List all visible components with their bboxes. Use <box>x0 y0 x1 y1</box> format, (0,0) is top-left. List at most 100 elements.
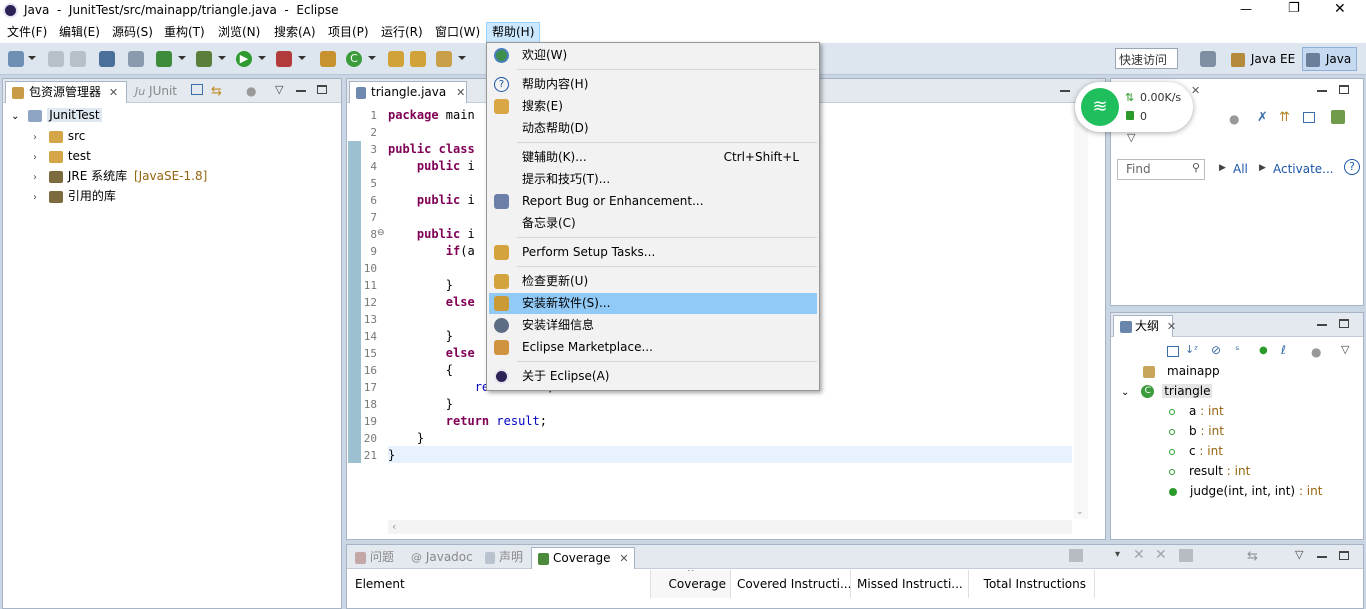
tree-row-project[interactable]: ⌄ JunitTest <box>11 105 102 125</box>
filter-icon[interactable]: ⇈ <box>1279 110 1290 125</box>
menu-marketplace[interactable]: Eclipse Marketplace... <box>489 337 817 358</box>
collapsed-chevron-icon[interactable]: › <box>33 172 37 183</box>
tree-row-jre[interactable]: › JRE 系统库 [JavaSE-1.8] <box>33 166 207 186</box>
code-line[interactable]: } <box>388 430 424 447</box>
menu-window[interactable]: 窗口(W) <box>430 22 485 43</box>
maximize-view-icon[interactable] <box>317 85 327 94</box>
minimize-view-icon[interactable] <box>1060 90 1070 92</box>
menu-project[interactable]: 项目(P) <box>323 22 374 43</box>
maximize-view-icon[interactable] <box>1339 551 1349 560</box>
close-icon[interactable]: ✕ <box>1191 84 1200 97</box>
tab-junit[interactable]: Ju JUnit <box>129 81 183 103</box>
close-icon[interactable]: ✕ <box>109 86 118 99</box>
code-line[interactable]: else <box>388 345 475 362</box>
view-menu-icon[interactable]: ▽ <box>1341 343 1349 356</box>
new-class-icon[interactable]: C <box>346 51 362 67</box>
column-coverage[interactable]: ^ Coverage <box>651 570 731 598</box>
column-covered[interactable]: Covered Instructi... <box>731 570 851 598</box>
minimize-view-icon[interactable] <box>296 90 306 92</box>
view-menu-icon[interactable]: ▽ <box>1295 548 1303 561</box>
collapsed-chevron-icon[interactable]: › <box>33 192 37 203</box>
coverage-toolbar-icon[interactable] <box>1069 549 1083 562</box>
code-line[interactable]: package main <box>388 107 475 124</box>
minimize-button[interactable]: — <box>1240 2 1252 16</box>
sort-icon[interactable]: ↓ᶻ <box>1185 343 1198 356</box>
task-activate-link[interactable]: Activate... <box>1273 162 1334 176</box>
focus-icon[interactable]: ● <box>246 84 256 98</box>
menu-search-help[interactable]: 搜索(E) <box>489 96 817 117</box>
tab-problems[interactable]: 问题 <box>349 547 400 569</box>
uncategorized-icon[interactable]: ✗ <box>1257 110 1268 125</box>
code-line[interactable]: } <box>388 396 453 413</box>
menu-installation-details[interactable]: 安装详细信息 <box>489 315 817 336</box>
editor-vscrollbar[interactable]: ⌄ <box>1074 103 1088 519</box>
code-line[interactable]: return result; <box>388 413 547 430</box>
task-find-input[interactable]: Find ⚲ <box>1117 159 1205 180</box>
menu-file[interactable]: 文件(F) <box>2 22 52 43</box>
collapsed-chevron-icon[interactable]: › <box>33 132 37 143</box>
menu-dynamic-help[interactable]: 动态帮助(D) <box>489 118 817 139</box>
outline-row-class[interactable]: ⌄ Ctriangle <box>1121 381 1213 401</box>
maximize-view-icon[interactable] <box>1339 319 1349 328</box>
menu-setup-tasks[interactable]: Perform Setup Tasks... <box>489 242 817 263</box>
remove-all-icon[interactable]: ✕ <box>1155 547 1167 563</box>
menu-help-contents[interactable]: ? 帮助内容(H) <box>489 74 817 95</box>
tab-package-explorer[interactable]: 包资源管理器 ✕ <box>5 81 127 103</box>
remove-session-icon[interactable]: ✕ <box>1133 547 1145 563</box>
menu-about-eclipse[interactable]: 关于 Eclipse(A) <box>489 366 817 387</box>
tree-row-referenced-libs[interactable]: › 引用的库 <box>33 186 116 206</box>
editor-hscrollbar[interactable]: ‹ <box>388 520 1072 534</box>
chevron-down-icon[interactable] <box>218 56 226 60</box>
close-icon[interactable]: ✕ <box>456 86 465 99</box>
expanded-chevron-icon[interactable]: ⌄ <box>1121 387 1129 398</box>
collapse-all-icon[interactable] <box>1303 112 1315 123</box>
maximize-view-icon[interactable] <box>1339 85 1349 94</box>
tab-javadoc[interactable]: @ Javadoc <box>405 547 479 569</box>
perspective-java[interactable]: Java <box>1302 47 1357 71</box>
new-icon[interactable] <box>8 51 24 67</box>
fold-collapse-icon[interactable]: ⊖ <box>377 228 385 238</box>
collapse-all-icon[interactable] <box>191 84 203 95</box>
perspective-java-ee[interactable]: Java EE <box>1228 48 1298 70</box>
menu-source[interactable]: 源码(S) <box>107 22 158 43</box>
menu-edit[interactable]: 编辑(E) <box>54 22 105 43</box>
chevron-down-icon[interactable] <box>178 56 186 60</box>
minimize-view-icon[interactable] <box>1317 556 1327 558</box>
search-icon[interactable] <box>436 51 452 67</box>
menu-key-assist[interactable]: 键辅助(K)... Ctrl+Shift+L <box>489 147 817 168</box>
chevron-down-icon[interactable] <box>258 56 266 60</box>
quick-access-input[interactable]: 快速访问 <box>1115 48 1178 69</box>
outline-row-method-judge[interactable]: judge(int, int, int) : int <box>1169 481 1322 501</box>
open-type-icon[interactable] <box>388 51 404 67</box>
hide-fields-icon[interactable]: ⊘ <box>1211 343 1221 357</box>
tree-row-src[interactable]: › src <box>33 126 85 146</box>
chevron-down-icon[interactable] <box>368 56 376 60</box>
menu-cheat-sheets[interactable]: 备忘录(C) <box>489 213 817 234</box>
skip-breakpoints-icon[interactable] <box>128 51 144 67</box>
tab-declaration[interactable]: 声明 <box>479 547 529 569</box>
view-menu-icon[interactable]: ▽ <box>1127 131 1135 144</box>
code-line[interactable]: public i <box>388 158 475 175</box>
outline-row-field-c[interactable]: c : int <box>1169 441 1223 461</box>
hide-static-icon[interactable]: ˢ <box>1235 343 1239 357</box>
menu-search[interactable]: 搜索(A) <box>269 22 321 43</box>
tab-triangle-java[interactable]: triangle.java ✕ <box>349 81 467 103</box>
outline-row-field-a[interactable]: a : int <box>1169 401 1224 421</box>
new-java-project-icon[interactable] <box>320 51 336 67</box>
minimize-view-icon[interactable] <box>1317 90 1327 92</box>
menu-run[interactable]: 运行(R) <box>376 22 428 43</box>
chevron-down-icon[interactable] <box>298 56 306 60</box>
refresh-icon[interactable]: ⇆ <box>1247 549 1258 564</box>
menu-tips-tricks[interactable]: 提示和技巧(T)... <box>489 169 817 190</box>
network-speed-widget[interactable]: ≋ ⇅ 0.00K/s 0 <box>1075 82 1193 132</box>
menu-check-updates[interactable]: 检查更新(U) <box>489 271 817 292</box>
close-icon[interactable]: ✕ <box>619 552 628 565</box>
help-icon[interactable]: ? <box>1344 159 1360 175</box>
outline-row-field-result[interactable]: result : int <box>1169 461 1250 481</box>
outline-row-package[interactable]: mainapp <box>1143 361 1220 381</box>
column-element[interactable]: Element <box>349 570 651 598</box>
code-line[interactable]: } <box>388 328 453 345</box>
merge-sessions-icon[interactable] <box>1179 549 1193 562</box>
chevron-down-icon[interactable] <box>28 56 36 60</box>
open-task-icon[interactable] <box>410 51 426 67</box>
